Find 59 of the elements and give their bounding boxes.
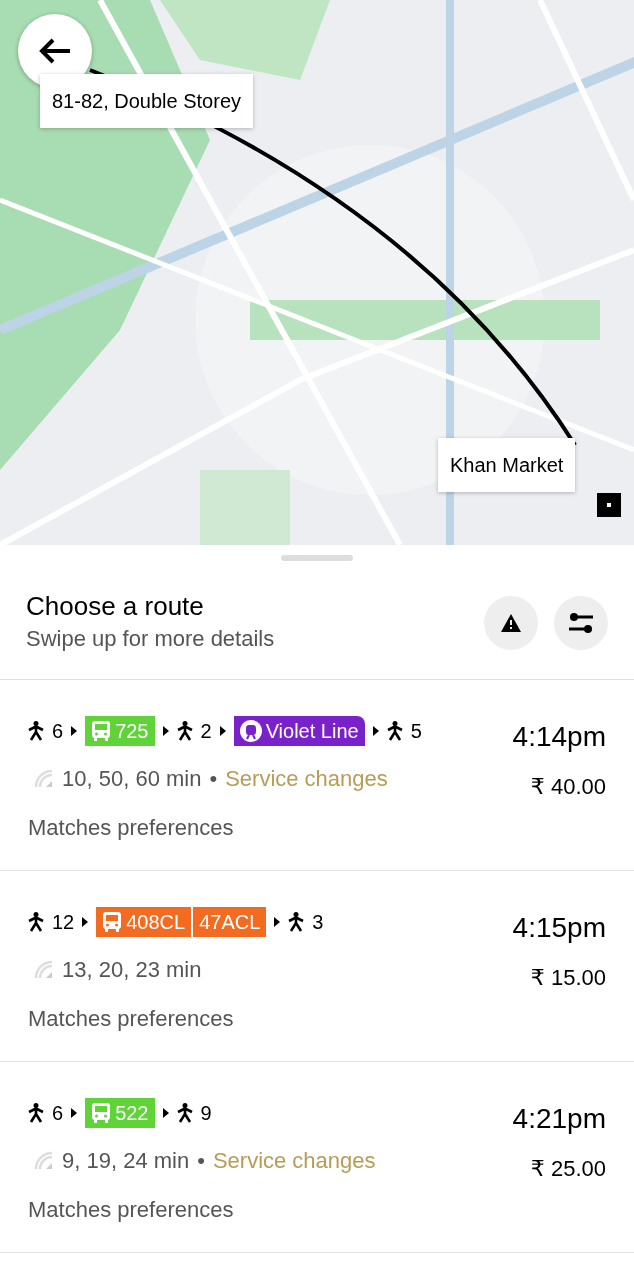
caret-icon (82, 917, 89, 928)
preferences-note: Matches preferences (28, 1196, 235, 1225)
sliders-icon (569, 612, 593, 635)
separator-dot: • (197, 1147, 205, 1176)
preferences-note: Matches preferences (28, 814, 235, 843)
fare-text: ₹ 15.00 (530, 964, 606, 993)
walk-minutes: 6 (52, 719, 64, 745)
caret-icon (274, 917, 281, 928)
walk-icon (386, 721, 403, 742)
caret-icon (162, 1108, 169, 1119)
bus-icon (102, 911, 123, 934)
caret-icon (219, 726, 226, 737)
walk-icon (28, 1103, 44, 1124)
walk-minutes: 12 (52, 910, 75, 936)
walk-minutes: 3 (312, 910, 324, 936)
live-signal-icon (34, 1150, 54, 1171)
caret-icon (162, 726, 169, 737)
walk-icon (176, 1103, 193, 1124)
caret-icon (71, 726, 78, 737)
origin-label: 81-82, Double Storey (40, 74, 253, 128)
warning-icon (501, 614, 521, 633)
walk-icon (176, 721, 193, 742)
bus-line-badge: 47ACL (193, 907, 267, 938)
walk-minutes: 5 (410, 719, 422, 745)
walk-minutes: 2 (200, 719, 212, 745)
route-option[interactable]: 6 725 2 Violet Line 5 10, 50, 60 min • Service changes Matches preferences 4:14pm ₹ 40.00 (0, 680, 634, 872)
live-signal-icon (34, 768, 54, 789)
walk-minutes: 6 (52, 1101, 64, 1127)
walk-icon (28, 912, 44, 933)
walk-icon (288, 912, 305, 933)
walk-minutes: 9 (200, 1101, 212, 1127)
separator-dot: • (209, 765, 218, 794)
arrival-time: 4:21pm (512, 1102, 606, 1137)
sheet-title: Choose a route (26, 591, 205, 623)
caret-icon (71, 1108, 78, 1119)
route-option[interactable]: 6 522 9 9, 19, 24 min • Service changes Matches preferences 4:21pm ₹ 25.00 (0, 1062, 634, 1254)
sheet-subtitle: Swipe up for more details (26, 625, 275, 654)
arrival-time: 4:14pm (512, 720, 606, 755)
route-option[interactable]: 12 408CL 47ACL 3 13, 20, 23 min Matches preferences 4:15pm ₹ 15.00 (0, 871, 634, 1063)
fare-text: ₹ 40.00 (530, 773, 606, 802)
bus-icon (91, 720, 112, 743)
live-signal-icon (34, 959, 54, 980)
fare-text: ₹ 25.00 (530, 1155, 606, 1184)
arrival-time: 4:15pm (512, 911, 606, 946)
bus-line-badge: 522 (85, 1098, 155, 1129)
frequency-text: 9, 19, 24 min (62, 1147, 190, 1176)
bus-line-badge: 725 (85, 716, 155, 747)
caret-icon (372, 726, 379, 737)
walk-icon (28, 721, 44, 742)
frequency-text: 10, 50, 60 min (62, 765, 202, 794)
bus-icon (91, 1102, 112, 1125)
bus-line-badge: 408CL (96, 907, 192, 938)
destination-marker-icon (597, 493, 621, 517)
metro-icon (239, 720, 262, 743)
back-arrow-icon (38, 37, 72, 65)
frequency-text: 13, 20, 23 min (62, 956, 202, 985)
metro-line-badge: Violet Line (233, 716, 365, 747)
destination-label: Khan Market (438, 438, 576, 492)
preferences-note: Matches preferences (28, 1005, 235, 1034)
